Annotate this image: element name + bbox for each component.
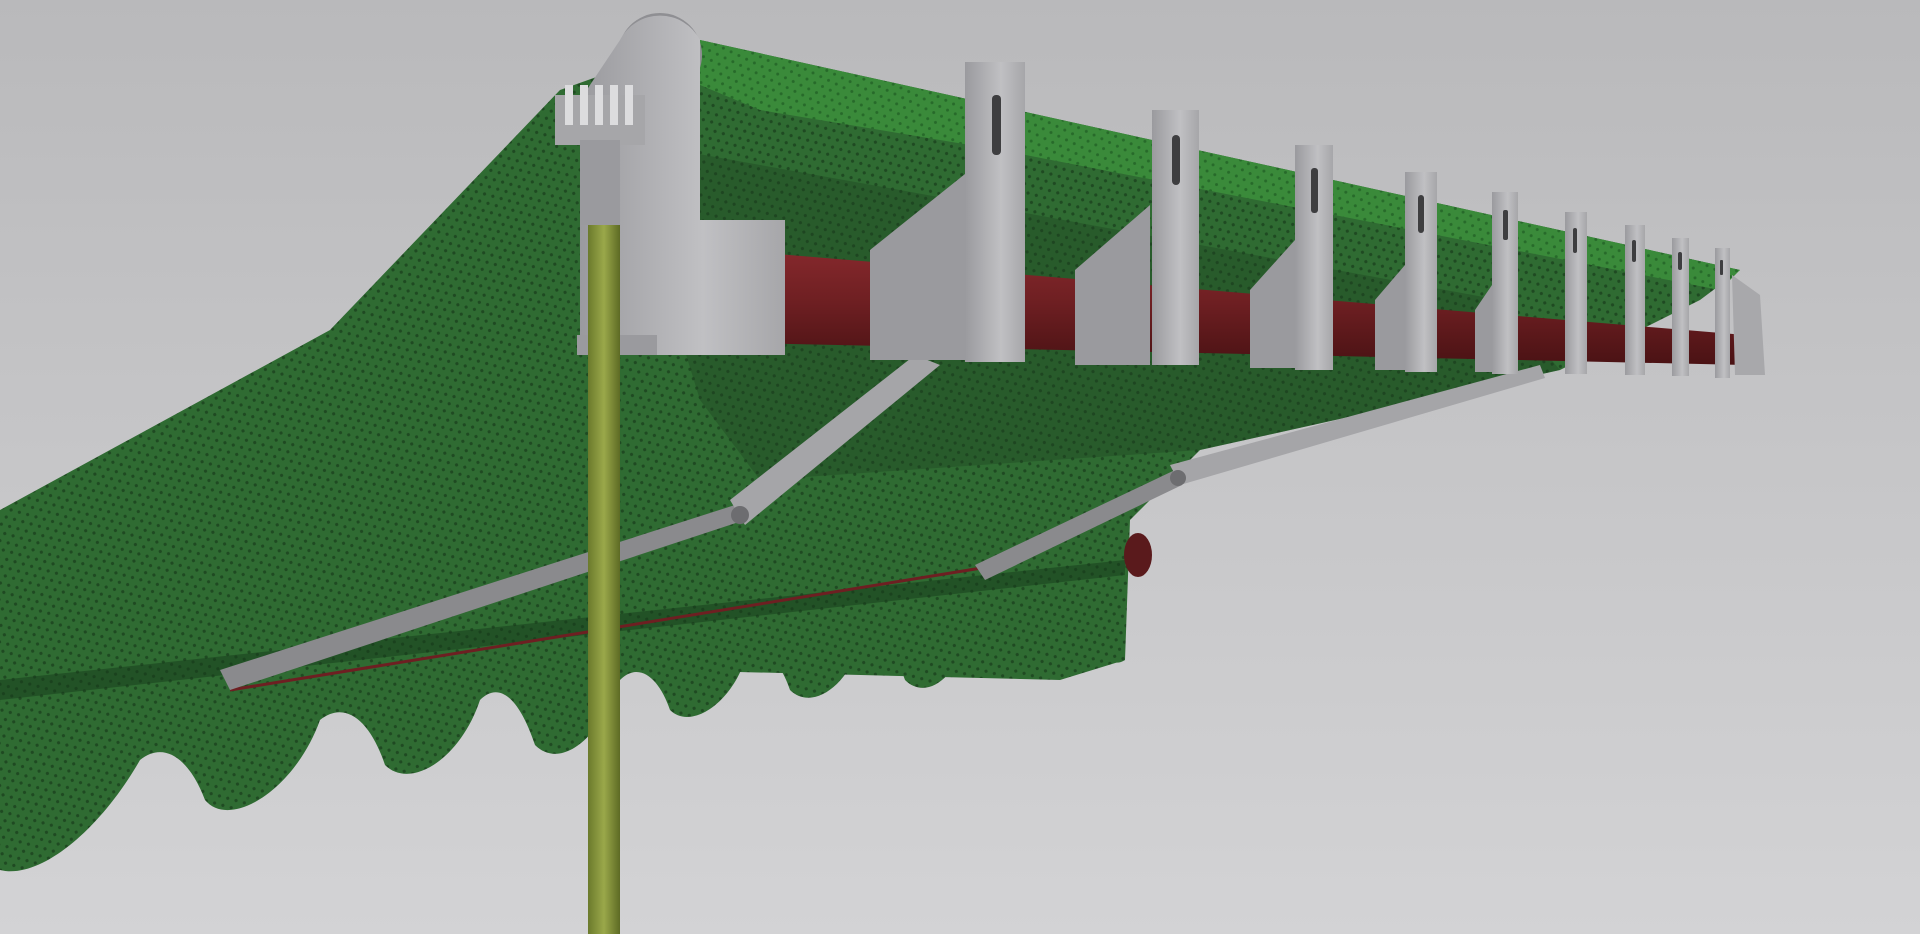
wall-bracket-7 [1625, 225, 1645, 375]
crank-pole [588, 225, 620, 934]
awning-scene [0, 0, 1920, 934]
wall-bracket-6 [1565, 212, 1587, 374]
wall-bracket-9 [1715, 248, 1730, 378]
valance-end-cap [1124, 533, 1152, 577]
awning-render-viewport [0, 0, 1920, 934]
wall-bracket-8 [1672, 238, 1689, 376]
left-arm-elbow-joint [731, 506, 749, 524]
right-arm-elbow-joint [1170, 470, 1186, 486]
